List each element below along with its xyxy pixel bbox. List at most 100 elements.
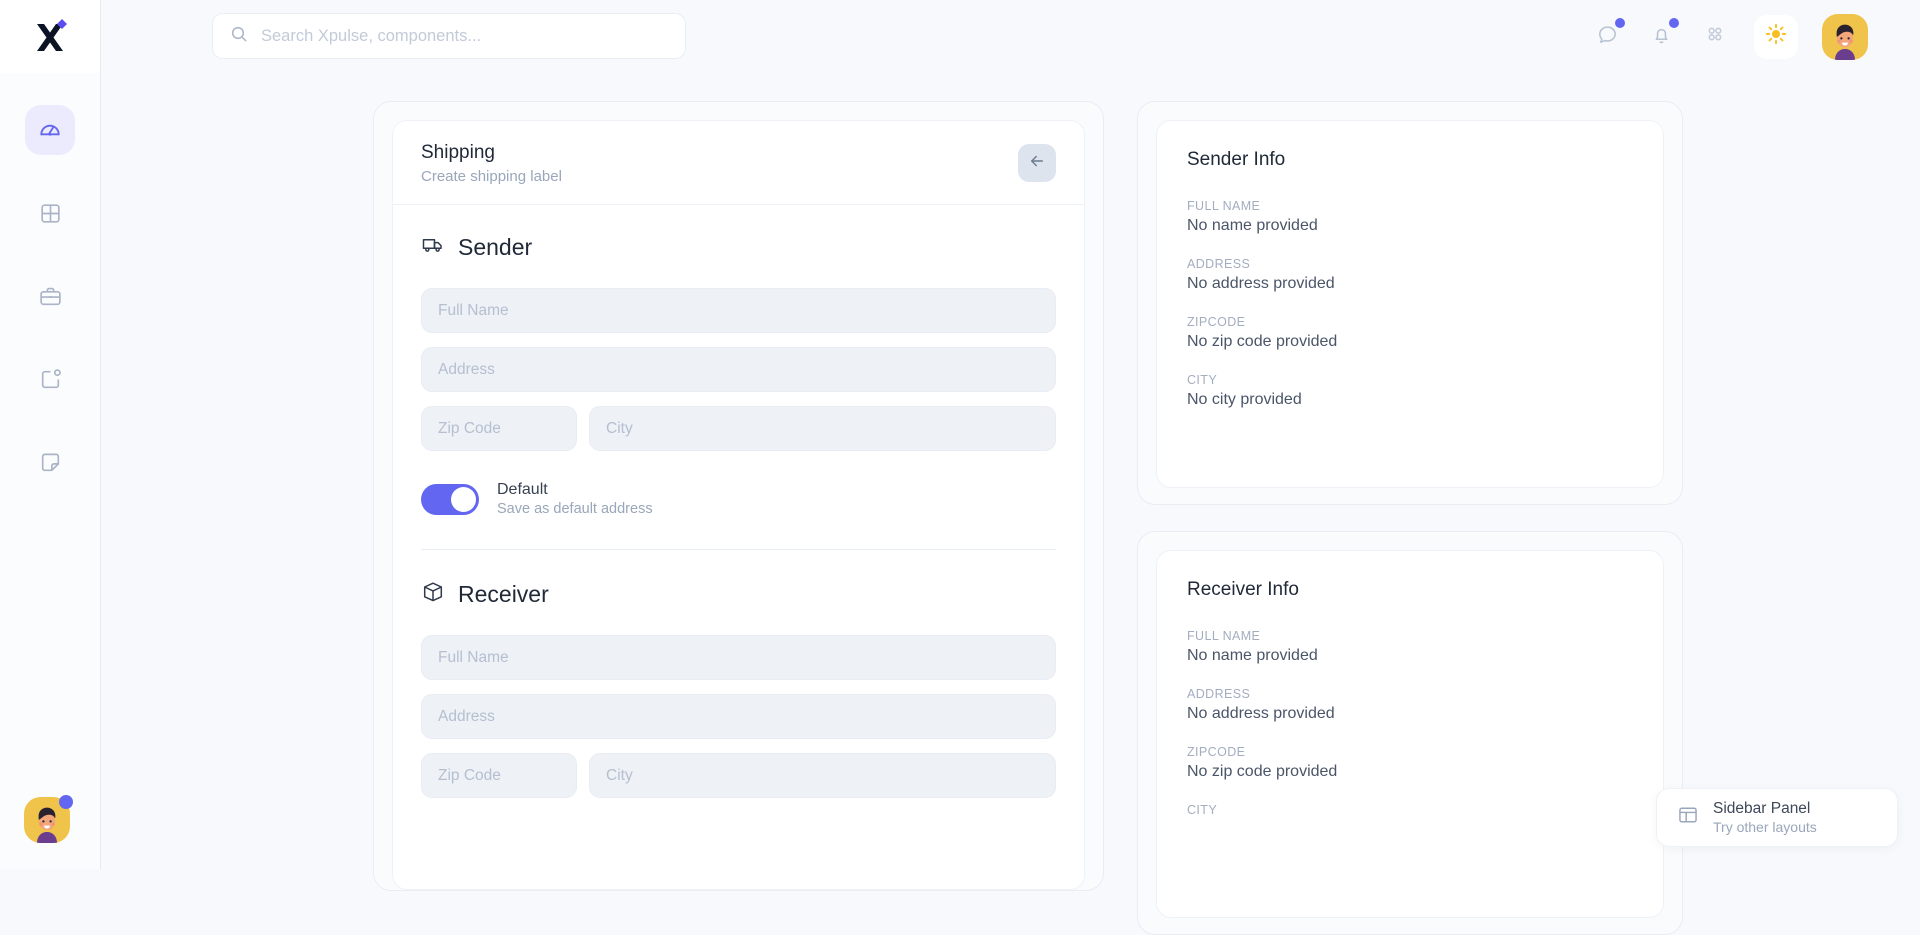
shipping-card-header: Shipping Create shipping label <box>393 121 1084 205</box>
search-icon <box>229 24 249 49</box>
theme-toggle-button[interactable] <box>1754 15 1798 59</box>
sun-theme-icon <box>1764 22 1788 51</box>
sender-info-title: Sender Info <box>1187 149 1633 171</box>
receiver-city-input[interactable] <box>606 767 1039 785</box>
topbar-actions <box>1592 0 1868 73</box>
default-toggle-sub: Save as default address <box>497 501 653 517</box>
receiver-info-row: CITY <box>1187 803 1633 817</box>
logo-area[interactable] <box>0 0 100 73</box>
sidebar-item-dashboard[interactable] <box>25 105 75 155</box>
sender-address-field[interactable] <box>421 347 1056 392</box>
default-toggle-label: Default <box>497 481 653 499</box>
sender-address-input[interactable] <box>438 361 1039 379</box>
sender-zip-city-row <box>421 406 1056 465</box>
left-sidebar <box>0 0 101 869</box>
info-label: ZIPCODE <box>1187 745 1633 759</box>
shipping-header-text: Shipping Create shipping label <box>421 140 562 185</box>
receiver-zip-input[interactable] <box>438 767 560 785</box>
receiver-fullname-input[interactable] <box>438 649 1039 667</box>
receiver-info-title: Receiver Info <box>1187 579 1633 601</box>
sender-city-field[interactable] <box>589 406 1056 451</box>
receiver-info-row: ADDRESS No address provided <box>1187 687 1633 723</box>
back-button[interactable] <box>1018 144 1056 182</box>
info-value: No address provided <box>1187 275 1633 293</box>
float-panel-text: Sidebar Panel Try other layouts <box>1713 800 1817 835</box>
user-avatar[interactable] <box>1822 14 1868 60</box>
notifications-button[interactable] <box>1646 22 1676 52</box>
receiver-section-header: Receiver <box>421 580 1056 609</box>
receiver-info-row: FULL NAME No name provided <box>1187 629 1633 665</box>
package-box-icon <box>421 580 445 609</box>
sender-info-panel-container: Sender Info FULL NAME No name provided A… <box>1137 101 1683 505</box>
receiver-city-field[interactable] <box>589 753 1056 798</box>
sender-heading: Sender <box>458 234 532 261</box>
info-label: ADDRESS <box>1187 687 1633 701</box>
receiver-info-panel-container: Receiver Info FULL NAME No name provided… <box>1137 531 1683 935</box>
receiver-fullname-field[interactable] <box>421 635 1056 680</box>
default-address-toggle[interactable] <box>421 484 479 515</box>
info-label: FULL NAME <box>1187 199 1633 213</box>
sidebar-nav <box>0 105 100 487</box>
arrow-left-icon <box>1028 152 1046 173</box>
gauge-icon <box>37 117 63 143</box>
apps-button[interactable] <box>1700 22 1730 52</box>
avatar-image <box>1822 14 1868 60</box>
messages-badge <box>1615 18 1625 28</box>
bell-icon <box>1650 23 1673 51</box>
messages-button[interactable] <box>1592 22 1622 52</box>
info-value: No name provided <box>1187 217 1633 235</box>
section-divider <box>421 549 1056 550</box>
sender-info-row: ADDRESS No address provided <box>1187 257 1633 293</box>
sender-section-header: Sender <box>421 233 1056 262</box>
default-toggle-text: Default Save as default address <box>497 481 653 517</box>
shipping-panel-container: Shipping Create shipping label <box>373 101 1104 891</box>
info-label: FULL NAME <box>1187 629 1633 643</box>
xpulse-logo-icon <box>27 13 73 59</box>
search-bar[interactable] <box>212 13 686 59</box>
receiver-info-card: Receiver Info FULL NAME No name provided… <box>1156 550 1664 918</box>
receiver-address-field[interactable] <box>421 694 1056 739</box>
top-bar <box>101 0 1920 73</box>
toggle-knob <box>451 487 476 512</box>
float-panel-title: Sidebar Panel <box>1713 800 1817 818</box>
receiver-info-body: Receiver Info FULL NAME No name provided… <box>1157 551 1663 867</box>
notifications-badge <box>1669 18 1679 28</box>
sidebar-panel-tooltip[interactable]: Sidebar Panel Try other layouts <box>1656 788 1898 847</box>
sender-zip-field[interactable] <box>421 406 577 451</box>
sender-default-toggle-row: Default Save as default address <box>421 481 1056 517</box>
info-label: ZIPCODE <box>1187 315 1633 329</box>
sidebar-item-notes[interactable] <box>25 437 75 487</box>
float-panel-subtitle: Try other layouts <box>1713 819 1817 835</box>
page-subtitle: Create shipping label <box>421 168 562 185</box>
receiver-heading: Receiver <box>458 581 549 608</box>
search-input[interactable] <box>261 27 669 46</box>
apps-grid-icon <box>1704 23 1726 50</box>
receiver-zip-city-row <box>421 753 1056 812</box>
status-dot <box>59 795 73 809</box>
sidebar-user-avatar[interactable] <box>24 797 70 843</box>
sender-info-row: ZIPCODE No zip code provided <box>1187 315 1633 351</box>
info-value: No zip code provided <box>1187 333 1633 351</box>
sender-fullname-field[interactable] <box>421 288 1056 333</box>
sidebar-item-tasks[interactable] <box>25 354 75 404</box>
sender-city-input[interactable] <box>606 420 1039 438</box>
info-value: No address provided <box>1187 705 1633 723</box>
info-label: CITY <box>1187 803 1633 817</box>
receiver-zip-field[interactable] <box>421 753 577 798</box>
sidebar-item-layouts[interactable] <box>25 188 75 238</box>
briefcase-icon <box>38 284 63 309</box>
info-value: No zip code provided <box>1187 763 1633 781</box>
info-value: No name provided <box>1187 647 1633 665</box>
sender-info-card: Sender Info FULL NAME No name provided A… <box>1156 120 1664 488</box>
page-title: Shipping <box>421 140 562 166</box>
receiver-address-input[interactable] <box>438 708 1039 726</box>
receiver-info-row: ZIPCODE No zip code provided <box>1187 745 1633 781</box>
sender-zip-input[interactable] <box>438 420 560 438</box>
shipping-card-body: Sender <box>393 205 1084 840</box>
sender-info-row: CITY No city provided <box>1187 373 1633 409</box>
sender-fullname-input[interactable] <box>438 302 1039 320</box>
sidebar-item-projects[interactable] <box>25 271 75 321</box>
layout-panel-icon <box>1677 804 1699 831</box>
notification-square-icon <box>38 367 63 392</box>
main-content: Shipping Create shipping label <box>101 73 1920 869</box>
